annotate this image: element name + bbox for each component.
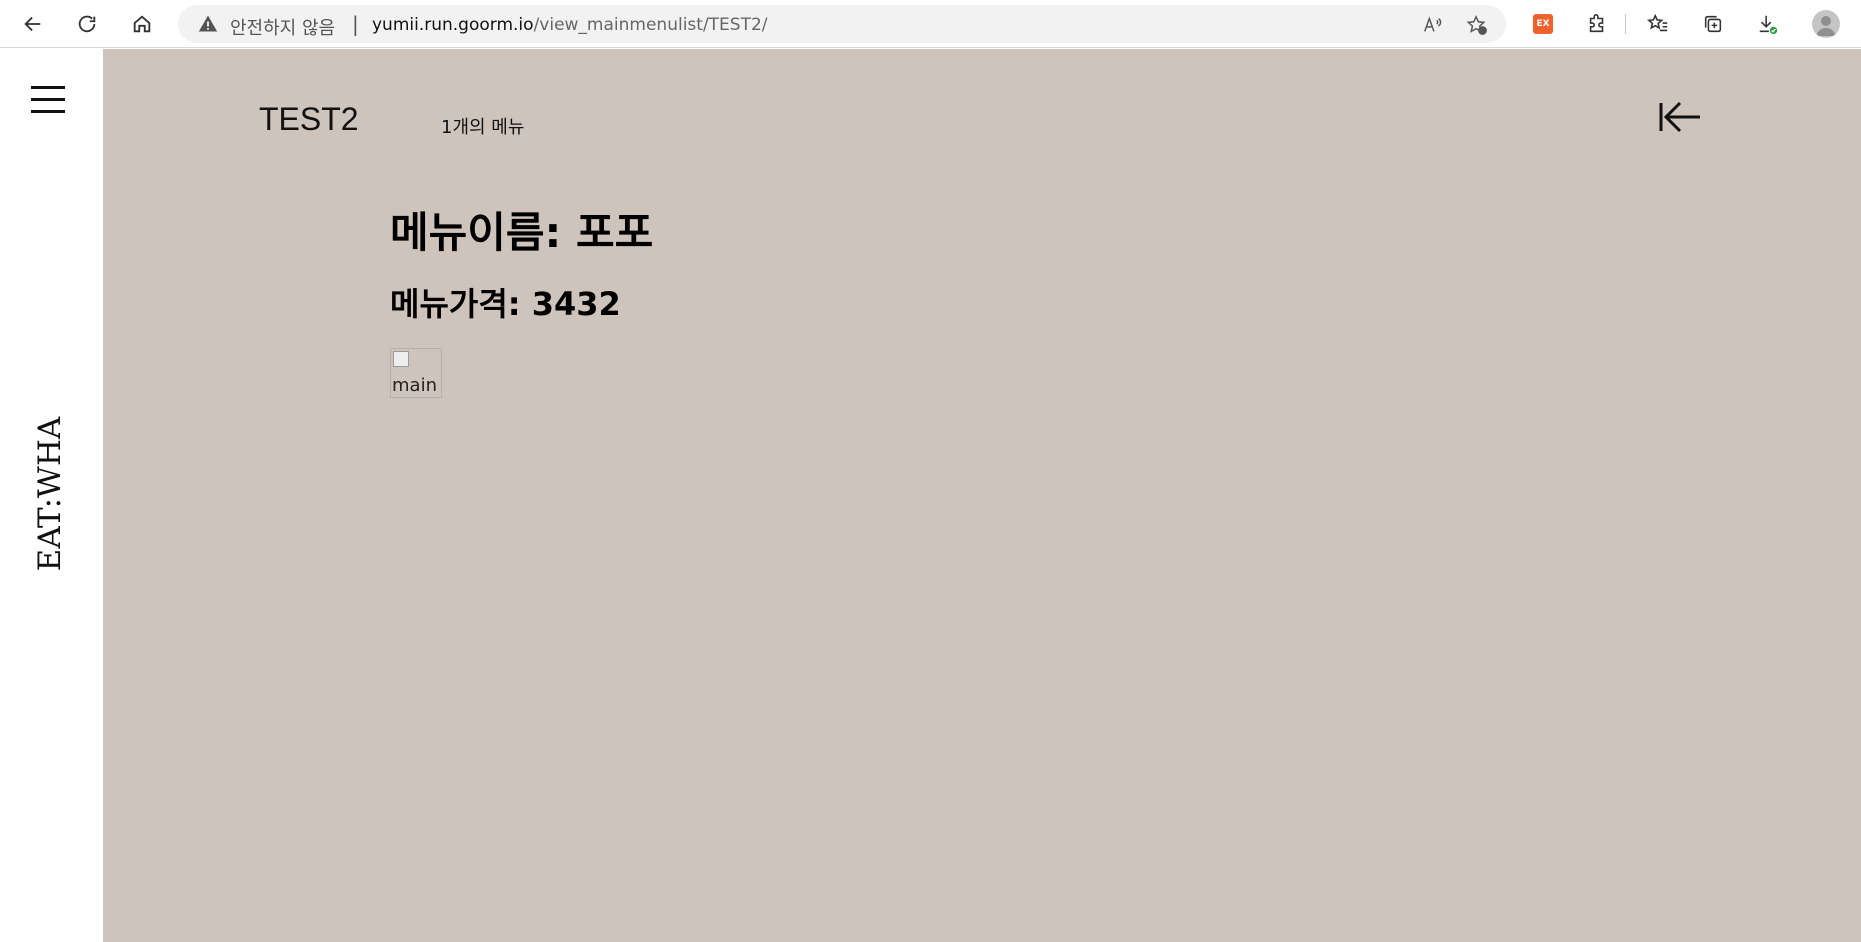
url-separator: | [352, 12, 359, 36]
toolbar-divider [1625, 14, 1626, 34]
read-aloud-icon[interactable] [1422, 14, 1444, 36]
menu-price-heading: 메뉴가격: 3432 [390, 285, 621, 323]
extension-badge-label: EX [1533, 14, 1553, 34]
collapse-back-icon[interactable] [1658, 97, 1702, 137]
browser-toolbar: 안전하지 않음 | yumii.run.goorm.io/view_mainme… [0, 0, 1861, 48]
warning-icon[interactable] [198, 14, 218, 34]
refresh-icon[interactable] [72, 9, 102, 39]
profile-avatar-icon[interactable] [1812, 10, 1840, 38]
address-bar[interactable]: 안전하지 않음 | yumii.run.goorm.io/view_mainme… [178, 5, 1506, 43]
extension-ex-icon[interactable]: EX [1529, 10, 1557, 38]
hamburger-menu-icon[interactable] [31, 86, 67, 114]
brand-logo[interactable]: EAT:WHA [32, 417, 68, 572]
insecure-label[interactable]: 안전하지 않음 [230, 14, 335, 40]
page-title: TEST2 [259, 101, 359, 137]
url-text[interactable]: yumii.run.goorm.io/view_mainmenulist/TES… [372, 15, 768, 35]
downloads-icon[interactable] [1754, 10, 1782, 38]
favorites-icon[interactable] [1644, 10, 1672, 38]
sidebar: EAT:WHA [0, 49, 103, 942]
favorite-add-icon[interactable] [1466, 14, 1488, 36]
broken-image-icon [393, 351, 409, 367]
menu-count: 1개의 메뉴 [441, 117, 525, 138]
back-arrow-icon[interactable] [18, 9, 48, 39]
menu-image: main [390, 348, 442, 398]
menu-image-alt: main [392, 375, 437, 396]
extensions-puzzle-icon[interactable] [1583, 10, 1611, 38]
home-icon[interactable] [127, 9, 157, 39]
collections-icon[interactable] [1699, 10, 1727, 38]
menu-name-heading: 메뉴이름: 포포 [390, 208, 654, 257]
url-host: yumii.run.goorm.io [372, 15, 534, 35]
main-content: TEST2 1개의 메뉴 메뉴이름: 포포 메뉴가격: 3432 main [103, 49, 1861, 942]
url-path: /view_mainmenulist/TEST2/ [533, 15, 768, 35]
